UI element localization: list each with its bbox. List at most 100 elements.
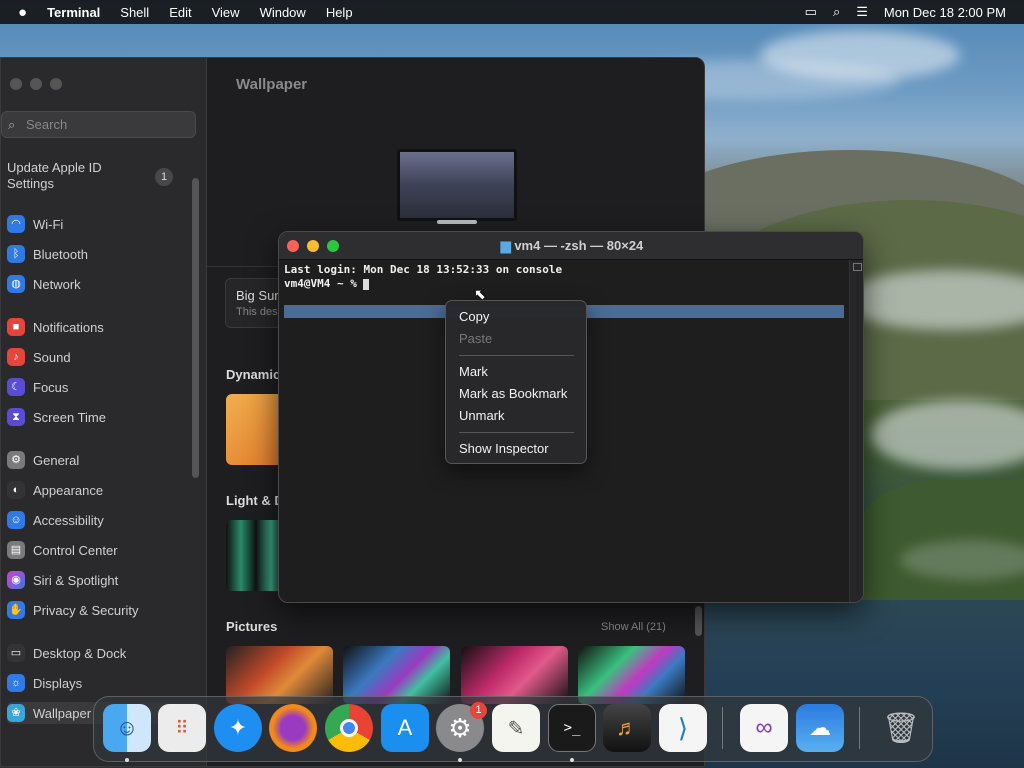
dock-trash-icon[interactable]: 🗑 bbox=[877, 704, 925, 752]
sidebar-label: Network bbox=[33, 276, 81, 292]
sidebar-scrollbar[interactable] bbox=[192, 178, 199, 478]
terminal-line: Last login: Mon Dec 18 13:52:33 on conso… bbox=[284, 263, 563, 276]
minimize-button[interactable] bbox=[30, 78, 42, 90]
sidebar-item-notifications[interactable]: ■ Notifications bbox=[7, 316, 104, 338]
sidebar-item-privacy[interactable]: ✋ Privacy & Security bbox=[7, 599, 138, 621]
menu-item-unmark[interactable]: Unmark bbox=[459, 408, 505, 423]
sidebar-item-wifi[interactable]: ◠ Wi-Fi bbox=[7, 213, 63, 235]
dock-terminal-icon[interactable]: >_ bbox=[548, 704, 596, 752]
prompt-text: vm4@VM4 ~ % bbox=[284, 277, 364, 290]
dock-visual-studio-icon[interactable]: ∞ bbox=[740, 704, 788, 752]
menu-view[interactable]: View bbox=[212, 5, 240, 20]
menu-item-mark-bookmark[interactable]: Mark as Bookmark bbox=[459, 386, 567, 401]
terminal-prompt[interactable]: vm4@VM4 ~ % bbox=[284, 277, 370, 290]
wallpaper-icon: ❀ bbox=[7, 704, 25, 722]
wallpaper-desc: This des bbox=[236, 306, 278, 318]
folder-icon: ▆ bbox=[500, 238, 511, 253]
sidebar-item-bluetooth[interactable]: ᛒ Bluetooth bbox=[7, 243, 88, 265]
page-title: Wallpaper bbox=[236, 76, 308, 93]
apple-id-badge: 1 bbox=[155, 168, 173, 186]
sidebar-item-accessibility[interactable]: ☺ Accessibility bbox=[7, 509, 104, 531]
wallpaper-thumb[interactable] bbox=[226, 520, 286, 591]
dock-separator bbox=[859, 707, 860, 749]
dock-launchpad-icon[interactable]: ⠿ bbox=[158, 704, 206, 752]
preview-stand bbox=[437, 220, 477, 224]
sidebar-label: Bluetooth bbox=[33, 246, 88, 262]
search-input[interactable]: ⌕ Search bbox=[1, 111, 196, 138]
sidebar-label: General bbox=[33, 452, 80, 468]
text-cursor bbox=[363, 278, 370, 290]
sidebar-label: Privacy & Security bbox=[33, 602, 139, 618]
control-center-icon[interactable]: ☰ bbox=[856, 4, 868, 20]
wallpaper-preview bbox=[397, 149, 517, 221]
dock-textedit-icon[interactable]: ✎ bbox=[492, 704, 540, 752]
screen-mirroring-icon[interactable]: ▭ bbox=[805, 4, 817, 20]
dock-chrome-icon[interactable] bbox=[325, 704, 373, 752]
apple-menu-icon[interactable]: ● bbox=[18, 4, 27, 21]
sidebar-label: Appearance bbox=[33, 482, 104, 498]
sidebar-item-general[interactable]: ⚙ General bbox=[7, 449, 79, 471]
sidebar-label: Screen Time bbox=[33, 409, 106, 425]
appearance-icon: ◐ bbox=[7, 481, 25, 499]
sidebar-item-focus[interactable]: ☾ Focus bbox=[7, 376, 68, 398]
terminal-titlebar[interactable]: ▆ vm4 — -zsh — 80×24 bbox=[279, 232, 863, 260]
search-placeholder: Search bbox=[26, 117, 68, 132]
dock-vscode-icon[interactable]: ⟩ bbox=[659, 704, 707, 752]
dock-weather-icon[interactable]: ☁ bbox=[796, 704, 844, 752]
apple-id-item[interactable]: Update Apple ID Settings bbox=[7, 160, 127, 192]
dock: ☺ ⠿ ✦ A ⚙ 1 ✎ >_ ♬ ⟩ ∞ ☁ 🗑 bbox=[93, 696, 933, 762]
menu-item-paste: Paste bbox=[459, 331, 493, 346]
terminal-title-text: vm4 — -zsh — 80×24 bbox=[514, 238, 644, 253]
menu-app-name[interactable]: Terminal bbox=[47, 5, 100, 20]
menu-separator bbox=[459, 432, 574, 433]
siri-icon: ◉ bbox=[7, 571, 25, 589]
dock-app-store-icon[interactable]: A bbox=[381, 704, 429, 752]
mouse-pointer-icon: ⬉ bbox=[474, 286, 486, 302]
section-pictures: Pictures bbox=[226, 619, 278, 634]
split-view-icon[interactable] bbox=[853, 263, 862, 271]
menu-edit[interactable]: Edit bbox=[169, 5, 191, 20]
sidebar-label: Desktop & Dock bbox=[33, 645, 127, 661]
sidebar-label: Wi-Fi bbox=[33, 216, 64, 232]
dock-safari-icon[interactable]: ✦ bbox=[214, 704, 262, 752]
sidebar-item-displays[interactable]: ☼ Displays bbox=[7, 672, 82, 694]
menu-item-show-inspector[interactable]: Show Inspector bbox=[459, 441, 549, 456]
terminal-scrollbar[interactable] bbox=[849, 260, 863, 602]
displays-icon: ☼ bbox=[7, 674, 25, 692]
sidebar-label: Siri & Spotlight bbox=[33, 572, 119, 588]
section-light-dark: Light & D bbox=[226, 493, 284, 508]
pane-scrollbar[interactable] bbox=[695, 606, 702, 636]
dock-separator bbox=[722, 707, 723, 749]
wallpaper-name: Big Sur bbox=[236, 288, 279, 303]
menu-help[interactable]: Help bbox=[326, 5, 353, 20]
bluetooth-icon: ᛒ bbox=[7, 245, 25, 263]
sidebar-item-desktop-dock[interactable]: ▭ Desktop & Dock bbox=[7, 642, 126, 664]
menu-window[interactable]: Window bbox=[260, 5, 306, 20]
close-button[interactable] bbox=[10, 78, 22, 90]
sidebar-label: Wallpaper bbox=[33, 705, 92, 721]
sidebar-item-sound[interactable]: ♪ Sound bbox=[7, 346, 71, 368]
sidebar-item-appearance[interactable]: ◐ Appearance bbox=[7, 479, 103, 501]
menu-item-mark[interactable]: Mark bbox=[459, 364, 488, 379]
sidebar-label: Control Center bbox=[33, 542, 118, 558]
show-all-button[interactable]: Show All (21) bbox=[601, 621, 666, 633]
dock-firefox-icon[interactable] bbox=[269, 704, 317, 752]
dock-finder-icon[interactable]: ☺ bbox=[103, 704, 151, 752]
terminal-title: ▆ vm4 — -zsh — 80×24 bbox=[279, 238, 863, 254]
sidebar-item-control-center[interactable]: ▤ Control Center bbox=[7, 539, 118, 561]
sound-icon: ♪ bbox=[7, 348, 25, 366]
sidebar-label: Displays bbox=[33, 675, 83, 691]
menu-shell[interactable]: Shell bbox=[120, 5, 149, 20]
spotlight-search-icon[interactable]: ⌕ bbox=[833, 4, 840, 20]
zoom-button[interactable] bbox=[50, 78, 62, 90]
menu-clock[interactable]: Mon Dec 18 2:00 PM bbox=[884, 5, 1006, 20]
sidebar-item-network[interactable]: ◍ Network bbox=[7, 273, 81, 295]
settings-sidebar: ⌕ Search Update Apple ID Settings 1 ◠ Wi-… bbox=[1, 58, 207, 766]
sidebar-item-screen-time[interactable]: ⧗ Screen Time bbox=[7, 406, 106, 428]
sidebar-item-siri[interactable]: ◉ Siri & Spotlight bbox=[7, 569, 118, 591]
screen-time-icon: ⧗ bbox=[7, 408, 25, 426]
menu-item-copy[interactable]: Copy bbox=[459, 309, 489, 324]
gear-icon: ⚙ bbox=[7, 451, 25, 469]
dock-garageband-icon[interactable]: ♬ bbox=[603, 704, 651, 752]
wallpaper-thumb[interactable] bbox=[226, 394, 286, 465]
